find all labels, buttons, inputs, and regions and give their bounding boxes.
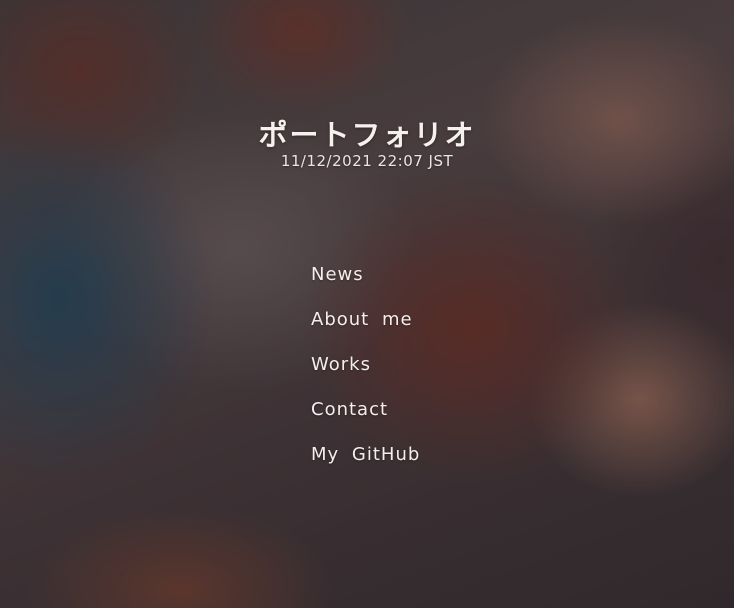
nav-link-contact[interactable]: Contact [311,399,388,420]
page-title: ポートフォリオ [258,118,476,152]
nav-item-news: News [311,262,420,307]
main-nav: News About me Works Contact My GitHub [311,262,420,487]
nav-link-about-me[interactable]: About me [311,309,413,330]
page-content: ポートフォリオ 11/12/2021 22:07 JST News About … [0,0,734,608]
nav-item-about-me: About me [311,307,420,352]
current-datetime: 11/12/2021 22:07 JST [280,152,454,170]
nav-item-github: My GitHub [311,442,420,487]
nav-link-github[interactable]: My GitHub [311,444,420,465]
nav-item-contact: Contact [311,397,420,442]
nav-item-works: Works [311,352,420,397]
nav-link-works[interactable]: Works [311,354,371,375]
nav-link-news[interactable]: News [311,264,364,285]
